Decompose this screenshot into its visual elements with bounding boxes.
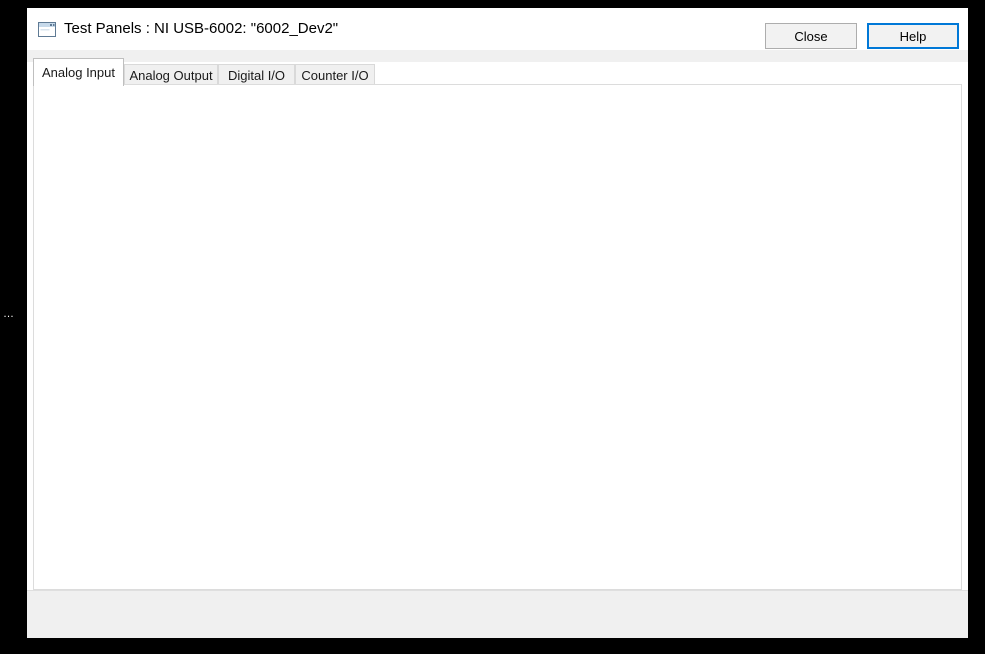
test-panels-dialog: Test Panels : NI USB-6002: "6002_Dev2" ✕…: [27, 8, 968, 638]
tab-analog-output[interactable]: Analog Output: [124, 64, 218, 85]
background-artifact-dots: …: [3, 308, 15, 320]
dialog-footer: [27, 590, 968, 638]
tab-strip: Analog Input Analog Output Digital I/O C…: [27, 58, 968, 86]
tab-digital-io[interactable]: Digital I/O: [218, 64, 295, 85]
window-app-icon: [38, 22, 56, 37]
tab-analog-input[interactable]: Analog Input: [33, 58, 124, 86]
tab-counter-io[interactable]: Counter I/O: [295, 64, 375, 85]
close-button[interactable]: Close: [765, 23, 857, 49]
tab-page-analog-input: [33, 84, 962, 590]
screen-background: … Test Panels : NI USB-6002: "6002_Dev2"…: [0, 0, 985, 654]
help-button[interactable]: Help: [867, 23, 959, 49]
window-title: Test Panels : NI USB-6002: "6002_Dev2": [64, 20, 339, 37]
